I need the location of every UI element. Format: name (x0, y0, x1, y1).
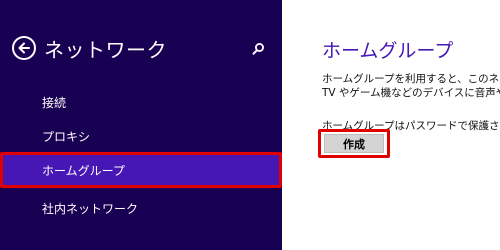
settings-sidebar: ネットワーク 接続 プロキシ ホームグループ 社内ネットワーク (0, 0, 282, 250)
sidebar-item-workplace[interactable]: 社内ネットワーク (0, 190, 282, 226)
create-button-highlight: 作成 (318, 129, 390, 158)
sidebar-item-label: プロキシ (42, 129, 91, 144)
sidebar-item-label: 接続 (42, 95, 67, 110)
back-button[interactable] (12, 36, 36, 60)
search-button[interactable] (250, 40, 266, 56)
description-text: ホームグループを利用すると、このネットワーク TV やゲーム機などのデバイスに音… (322, 72, 500, 100)
search-icon (252, 42, 264, 55)
sidebar-item-proxy[interactable]: プロキシ (0, 118, 282, 154)
back-arrow-icon (18, 42, 30, 54)
sidebar-item-label: 社内ネットワーク (42, 201, 139, 216)
page-title: ホームグループ (322, 40, 454, 62)
create-button[interactable]: 作成 (324, 134, 384, 153)
sidebar-title: ネットワーク (44, 38, 167, 62)
sidebar-item-homegroup[interactable]: ホームグループ (0, 152, 282, 188)
sidebar-item-connections[interactable]: 接続 (0, 84, 282, 120)
main-panel: ホームグループ ホームグループを利用すると、このネットワーク TV やゲーム機な… (282, 0, 500, 250)
description-line: ホームグループを利用すると、このネットワーク (322, 73, 500, 85)
sidebar-item-label: ホームグループ (42, 163, 125, 178)
description-line: TV やゲーム機などのデバイスに音声や映像を (322, 87, 500, 99)
